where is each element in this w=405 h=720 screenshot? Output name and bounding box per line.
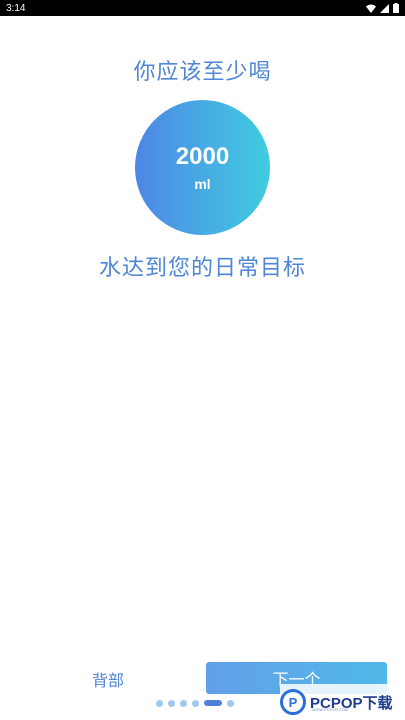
water-goal-circle: 2000 ml	[135, 100, 270, 235]
goal-heading: 你应该至少喝	[133, 60, 272, 85]
wifi-icon	[366, 4, 376, 13]
pcpop-logo-icon: P	[280, 689, 306, 715]
status-bar: 3:14	[0, 0, 405, 16]
status-time: 3:14	[6, 2, 26, 14]
page-dot	[156, 699, 163, 707]
page-dot	[192, 699, 199, 707]
goal-unit: ml	[194, 175, 211, 192]
battery-icon	[393, 3, 399, 13]
status-icons	[366, 3, 399, 13]
watermark: P PCPOP下载	[280, 684, 405, 720]
back-button[interactable]: 背部	[68, 664, 148, 694]
page-dot	[168, 699, 175, 707]
goal-subheading: 水达到您的日常目标	[98, 256, 306, 281]
page-indicator	[156, 699, 234, 707]
goal-value: 2000	[175, 142, 230, 170]
watermark-subtext: WWW.PCPOP.COM	[312, 707, 349, 712]
page-dot	[180, 699, 187, 707]
page-dot	[227, 699, 234, 707]
signal-icon	[380, 3, 389, 13]
page-dot-active	[204, 700, 222, 706]
